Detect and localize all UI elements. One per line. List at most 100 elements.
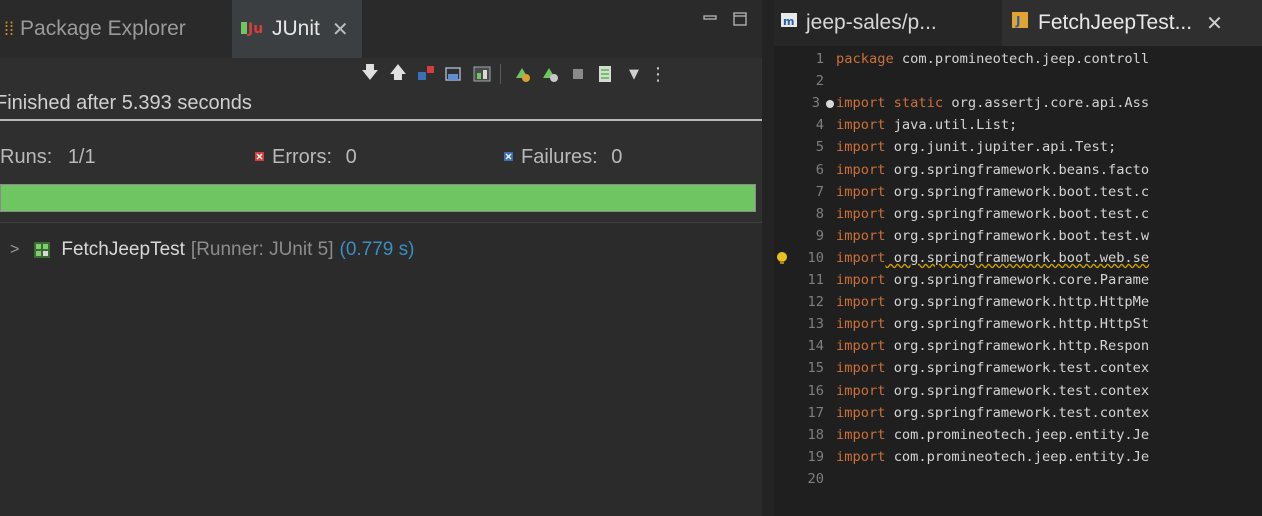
test-class-name: FetchJeepTest [61, 239, 185, 260]
chevron-right-icon[interactable]: > [10, 241, 19, 259]
rerun-failed-first-icon[interactable] [538, 62, 562, 86]
junit-toolbar: 🡇 🡅 ▼ ⋮ [0, 58, 762, 90]
code-line[interactable]: 9 import org.springframework.boot.test.w [774, 227, 1262, 246]
test-results-tree[interactable]: > FetchJeepTest [Runner: JUnit 5] (0.779… [0, 222, 762, 516]
code-identifier: org.springframework.test.contex [885, 360, 1150, 377]
keyword: import [836, 227, 886, 244]
test-progress-bar [0, 184, 756, 212]
tree-item-test-class[interactable]: > FetchJeepTest [Runner: JUnit 5] (0.779… [10, 239, 414, 261]
code-identifier: org.springframework.http.HttpSt [885, 316, 1150, 333]
keyword: import [836, 338, 886, 355]
editor-tab-bar: m jeep-sales/p... J FetchJeepTest... ✕ [774, 0, 1262, 46]
close-icon[interactable]: ✕ [332, 17, 349, 42]
previous-failure-icon[interactable]: 🡅 [386, 62, 410, 86]
failures-value: 0 [611, 146, 623, 168]
code-text: import com.promineotech.jeep.entity.Je [836, 426, 1149, 445]
tab-package-explorer[interactable]: ⁞⁞ Package Explorer [0, 0, 232, 58]
code-line[interactable]: 8 import org.springframework.boot.test.c [774, 205, 1262, 224]
code-line[interactable]: 20 [774, 470, 1262, 489]
rerun-test-icon[interactable] [510, 62, 534, 86]
code-editor: m jeep-sales/p... J FetchJeepTest... ✕ 1… [774, 0, 1262, 516]
errors-value: 0 [345, 146, 357, 168]
line-number: 7 [815, 183, 824, 200]
keyword: import [836, 161, 886, 178]
line-number: 3 [811, 95, 820, 112]
code-identifier: com.promineotech.jeep.controll [893, 51, 1150, 67]
code-line[interactable]: 13 import org.springframework.http.HttpSt [774, 315, 1262, 334]
test-run-history-icon[interactable] [470, 62, 494, 86]
code-line[interactable]: 14 import org.springframework.http.Respon [774, 337, 1262, 356]
code-text: import static org.assertj.core.api.Ass [836, 94, 1149, 113]
code-line[interactable]: 1 package com.promineotech.jeep.controll [774, 50, 1262, 69]
code-identifier: org.springframework.boot.test.c [885, 205, 1150, 222]
panel-splitter[interactable] [762, 0, 774, 516]
tab-junit[interactable]: Ju JUnit ✕ [232, 0, 362, 58]
code-line[interactable]: 11 import org.springframework.core.Parame [774, 271, 1262, 290]
code-line[interactable]: 18 import com.promineotech.jeep.entity.Je [774, 426, 1262, 445]
code-identifier: org.assertj.core.api.Ass [943, 95, 1150, 112]
svg-text:J: J [1015, 14, 1020, 28]
maximize-icon[interactable] [733, 12, 747, 30]
code-line[interactable]: 7 import org.springframework.boot.test.c [774, 183, 1262, 202]
code-text: import org.springframework.boot.test.c [836, 205, 1149, 224]
line-number: 14 [807, 338, 824, 355]
code-identifier: org.springframework.boot.test.c [885, 183, 1150, 200]
code-area[interactable]: 1 package com.promineotech.jeep.controll 2… [774, 50, 1262, 516]
code-identifier: org.springframework.test.contex [885, 382, 1150, 399]
scroll-lock-icon[interactable] [442, 62, 466, 86]
line-number: 8 [815, 205, 824, 222]
code-identifier: org.springframework.boot.web.se [885, 249, 1150, 266]
line-number: 18 [807, 426, 824, 443]
more-options-icon[interactable]: ⋮ [646, 62, 670, 86]
code-identifier: org.springframework.test.contex [885, 404, 1150, 421]
junit-view: ⁞⁞ Package Explorer Ju JUnit ✕ 🡇 🡅 ▼ ⋮ F… [0, 0, 762, 516]
code-line[interactable]: 5 import org.junit.jupiter.api.Test; [774, 138, 1262, 157]
view-menu-chevron-icon[interactable]: ▼ [622, 62, 646, 86]
code-line[interactable]: 12 import org.springframework.http.HttpMe [774, 293, 1262, 312]
line-number: 1 [815, 51, 824, 67]
test-suite-ok-icon [33, 241, 51, 259]
code-line[interactable]: 3 import static org.assertj.core.api.Ass [774, 94, 1262, 113]
code-line[interactable]: 4 import java.util.List; [774, 116, 1262, 135]
runs-value: 1/1 [67, 146, 96, 168]
stop-icon[interactable] [566, 62, 590, 86]
code-identifier: org.junit.jupiter.api.Test; [885, 139, 1117, 156]
code-text: import org.springframework.test.contex [836, 404, 1149, 423]
code-identifier: org.springframework.http.HttpMe [885, 294, 1150, 311]
code-text: import org.junit.jupiter.api.Test; [836, 138, 1116, 157]
keyword: import [836, 382, 886, 399]
line-number: 17 [807, 404, 824, 421]
line-number: 19 [807, 448, 824, 465]
code-line[interactable]: 6 import org.springframework.beans.facto [774, 161, 1262, 180]
minimize-icon[interactable] [703, 12, 717, 28]
fold-icon[interactable] [826, 100, 834, 109]
show-failures-only-icon[interactable] [414, 62, 438, 86]
code-line[interactable]: 2 [774, 72, 1262, 91]
runner-label: [Runner: JUnit 5] [190, 239, 334, 260]
tab-fetchjeeptest-java[interactable]: J FetchJeepTest... ✕ [1002, 0, 1262, 46]
code-line[interactable]: 15 import org.springframework.test.contex [774, 359, 1262, 378]
package-explorer-icon: ⁞⁞ [4, 18, 15, 39]
failure-icon [504, 152, 513, 164]
code-text: import org.springframework.core.Parame [836, 271, 1149, 290]
keyword: import [836, 448, 886, 465]
close-icon[interactable]: ✕ [1206, 11, 1223, 36]
keyword: import [836, 205, 886, 222]
tab-pom-xml[interactable]: m jeep-sales/p... [780, 0, 1002, 46]
code-text: import org.springframework.boot.test.c [836, 183, 1149, 202]
code-line[interactable]: 19 import com.promineotech.jeep.entity.Je [774, 448, 1262, 467]
code-identifier: org.springframework.core.Parame [885, 272, 1150, 288]
code-line[interactable]: 10 import org.springframework.boot.web.se [774, 249, 1262, 268]
code-text: import org.springframework.test.contex [836, 382, 1149, 401]
tab-label: Package Explorer [20, 17, 186, 40]
code-text: import org.springframework.http.Respon [836, 337, 1149, 356]
keyword: import [836, 404, 886, 421]
code-identifier: org.springframework.http.Respon [885, 338, 1150, 355]
next-failure-icon[interactable]: 🡇 [358, 62, 382, 86]
warning-lightbulb-icon[interactable] [774, 250, 788, 264]
code-line[interactable]: 16 import org.springframework.test.contex [774, 382, 1262, 401]
layout-icon[interactable] [594, 62, 618, 86]
code-text: package com.promineotech.jeep.controll [836, 50, 1149, 69]
code-line[interactable]: 17 import org.springframework.test.contex [774, 404, 1262, 423]
runs-label: Runs: [0, 146, 53, 168]
